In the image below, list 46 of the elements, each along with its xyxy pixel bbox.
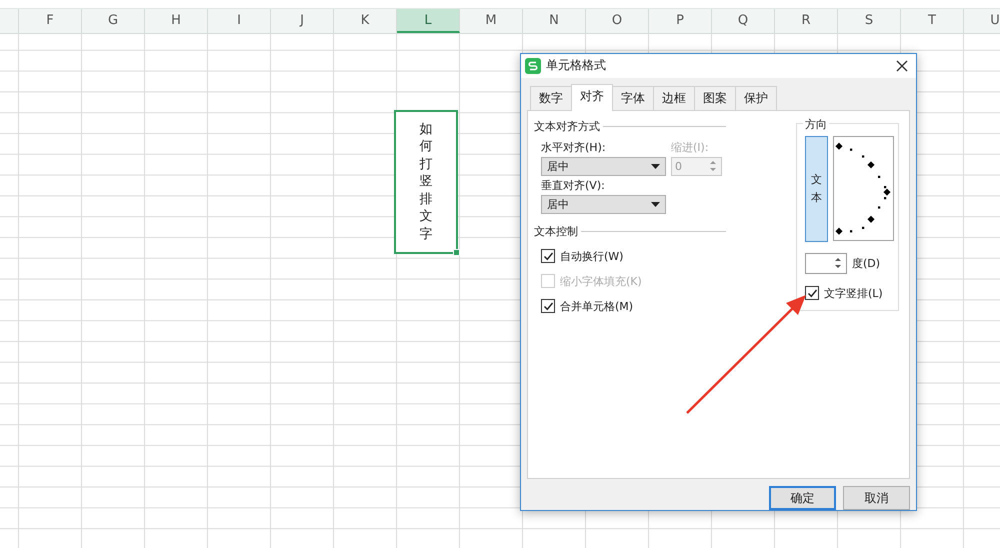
checkbox[interactable] bbox=[541, 299, 555, 314]
column-header[interactable]: L bbox=[397, 9, 460, 33]
column-header[interactable]: F bbox=[19, 9, 82, 33]
column-header[interactable]: M bbox=[460, 9, 523, 33]
cancel-button[interactable]: 取消 bbox=[843, 486, 910, 510]
column-header[interactable]: G bbox=[82, 9, 145, 33]
window-title: 单元格格式 bbox=[546, 57, 607, 74]
caret-icon bbox=[651, 164, 660, 169]
caret-icon bbox=[651, 202, 660, 207]
column-header[interactable]: U bbox=[964, 9, 1000, 33]
column-header[interactable]: Q bbox=[712, 9, 775, 33]
checkbox-label: 缩小字体填充(K) bbox=[560, 274, 642, 289]
column-header[interactable]: H bbox=[145, 9, 208, 33]
column-header[interactable]: R bbox=[775, 9, 838, 33]
field-label: 垂直对齐(V): bbox=[541, 178, 606, 193]
checkbox-label: 自动换行(W) bbox=[560, 248, 624, 264]
field-label: 度(D) bbox=[852, 256, 880, 271]
checkbox[interactable] bbox=[805, 286, 819, 300]
group-title: 方向 bbox=[803, 116, 829, 132]
vertical-dropdown[interactable]: 居中 bbox=[541, 194, 666, 214]
app-icon bbox=[525, 58, 541, 74]
column-header[interactable]: O bbox=[586, 9, 649, 33]
tab[interactable]: 保护 bbox=[735, 86, 777, 110]
checkbox-label: 文字竖排(L) bbox=[824, 286, 883, 301]
fill-handle[interactable] bbox=[453, 249, 460, 256]
horizontal-dropdown[interactable]: 居中 bbox=[541, 156, 666, 176]
column-header[interactable]: T bbox=[901, 9, 964, 33]
checkbox-label: 合并单元格(M) bbox=[560, 298, 634, 314]
vertical-text-button[interactable]: 文本 bbox=[805, 136, 828, 242]
close-icon[interactable] bbox=[896, 60, 908, 72]
ok-button[interactable]: 确定 bbox=[769, 486, 836, 510]
group-title: 文本对齐方式 bbox=[534, 118, 600, 134]
cell-text: 如何打竖排文字 bbox=[420, 120, 432, 244]
orientation-dial[interactable] bbox=[833, 136, 894, 241]
field-label: 水平对齐(H): bbox=[541, 140, 607, 155]
column-header[interactable]: I bbox=[208, 9, 271, 33]
group-title: 文本控制 bbox=[534, 224, 578, 239]
column-header[interactable]: J bbox=[271, 9, 334, 33]
tab[interactable]: 数字 bbox=[530, 86, 572, 110]
column-header[interactable]: P bbox=[649, 9, 712, 33]
field-label: 缩进(I): bbox=[671, 140, 710, 155]
column-header[interactable]: N bbox=[523, 9, 586, 33]
column-header[interactable]: S bbox=[838, 9, 901, 33]
degrees-field[interactable] bbox=[805, 252, 847, 274]
tab[interactable]: 对齐 bbox=[571, 84, 613, 111]
checkbox[interactable] bbox=[541, 249, 555, 264]
